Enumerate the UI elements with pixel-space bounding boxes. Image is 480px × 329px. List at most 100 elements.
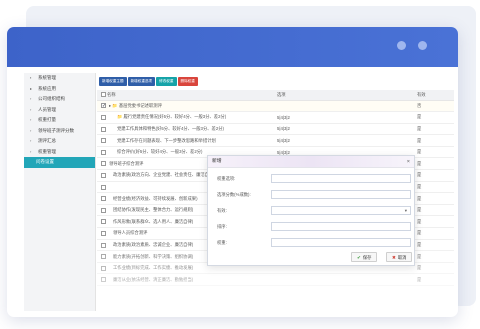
row-checkbox[interactable] bbox=[101, 254, 106, 260]
row-valid: 是 bbox=[417, 146, 454, 159]
row-valid: 是 bbox=[417, 111, 454, 124]
row-checkbox-cell bbox=[97, 181, 107, 194]
row-valid: 是 bbox=[417, 239, 454, 252]
row-checkbox-cell bbox=[97, 227, 107, 240]
add-weight-topic-button[interactable]: 新增权重主题 bbox=[99, 77, 127, 86]
row-checkbox[interactable] bbox=[101, 265, 106, 271]
row-valid: 是 bbox=[417, 215, 454, 229]
row-checkbox[interactable] bbox=[101, 242, 106, 248]
header-name: 名称 bbox=[107, 90, 277, 101]
save-button[interactable]: ✔ 保存 bbox=[351, 252, 378, 262]
row-checkbox-cell bbox=[97, 262, 107, 275]
row-checkbox-cell bbox=[97, 250, 107, 263]
cancel-icon: ✖ bbox=[392, 255, 396, 260]
sidebar-item[interactable]: ▪ 系统管理 bbox=[24, 73, 95, 84]
row-valid: 是 bbox=[417, 192, 454, 205]
add-weight-option-button[interactable]: 新增权重选项 bbox=[127, 77, 156, 86]
folder-icon: ▸ bbox=[30, 85, 33, 91]
sort-input[interactable] bbox=[271, 222, 411, 231]
chevron-icon: › bbox=[30, 96, 32, 101]
row-name: 党建工作具体和特色(好5分、较好4分、一般3分、差2分) bbox=[107, 123, 277, 136]
table-row[interactable]: ▸ 📁 基层党委书记述职测评 否 bbox=[97, 100, 454, 113]
row-valid: 是 bbox=[417, 157, 454, 171]
row-checkbox[interactable] bbox=[101, 184, 106, 190]
row-checkbox-cell bbox=[97, 146, 107, 159]
window-dot-icon[interactable] bbox=[397, 41, 406, 50]
header-valid: 有效 bbox=[417, 90, 454, 101]
row-checkbox-cell bbox=[97, 157, 107, 171]
row-valid: 是 bbox=[417, 227, 454, 240]
weight-input[interactable] bbox=[271, 238, 411, 247]
cancel-button[interactable]: ✖ 取消 bbox=[386, 252, 413, 262]
row-checkbox-cell bbox=[97, 111, 107, 124]
row-checkbox[interactable] bbox=[101, 138, 106, 144]
row-checkbox-cell bbox=[97, 192, 107, 205]
row-checkbox[interactable] bbox=[101, 161, 106, 167]
row-valid: 是 bbox=[417, 134, 454, 147]
row-name: 廉洁从业(依法经营、清正廉洁、勤勉担当) bbox=[107, 273, 277, 286]
row-checkbox[interactable] bbox=[101, 126, 106, 132]
window-titlebar bbox=[7, 27, 458, 67]
dialog-title: 新增 bbox=[212, 159, 222, 164]
option-score-input[interactable] bbox=[271, 190, 411, 199]
row-checkbox[interactable] bbox=[101, 115, 106, 121]
row-checkbox[interactable] bbox=[101, 149, 106, 155]
row-checkbox[interactable] bbox=[101, 103, 106, 109]
valid-label: 有效: bbox=[217, 208, 227, 213]
table-header-row: 名称 选项 有效 bbox=[97, 90, 454, 101]
row-checkbox[interactable] bbox=[101, 231, 106, 236]
weight-label: 权重: bbox=[217, 240, 227, 245]
row-checkbox[interactable] bbox=[101, 219, 106, 225]
sidebar-item-label: 问卷设置 bbox=[36, 159, 54, 164]
sidebar-item[interactable]: › 权重管理 bbox=[24, 147, 95, 158]
sidebar-item-label: 人员管理 bbox=[38, 106, 56, 112]
row-checkbox[interactable] bbox=[101, 196, 106, 202]
sidebar-item[interactable]: › 测评汇总 bbox=[24, 136, 95, 147]
table-row[interactable]: 党建工作存在问题表现、下一步整改思路和举措计划 5|4|3|2 是 bbox=[97, 134, 454, 147]
row-valid: 否 bbox=[417, 100, 454, 113]
sidebar-item-label: 测评汇总 bbox=[38, 138, 56, 143]
table-row[interactable]: 党建工作具体和特色(好5分、较好4分、一般3分、差2分) 5|4|3|2 是 bbox=[97, 123, 454, 136]
option-score-label: 选项分数(%或数): bbox=[217, 192, 251, 197]
close-icon[interactable]: × bbox=[407, 156, 410, 168]
cancel-label: 取消 bbox=[397, 255, 407, 260]
sidebar-item[interactable]: ▸ 系统应用 bbox=[24, 84, 95, 95]
select-all-checkbox[interactable] bbox=[101, 92, 106, 98]
weight-option-input[interactable] bbox=[271, 174, 411, 183]
table-row[interactable]: 廉洁从业(依法经营、清正廉洁、勤勉担当) 是 bbox=[97, 273, 454, 286]
row-options: 5|4|3|2 bbox=[277, 134, 417, 147]
row-valid: 是 bbox=[417, 262, 454, 275]
bullet-icon: ▪ bbox=[30, 75, 32, 80]
sidebar: ▪ 系统管理 ▸ 系统应用 › 公司组织结构 › 人员管理 › 权重打量 › 领导班子测评分数 › 测评汇… bbox=[24, 73, 96, 311]
valid-select[interactable] bbox=[271, 206, 411, 215]
window-dot-icon[interactable] bbox=[418, 41, 427, 50]
row-checkbox-cell bbox=[97, 134, 107, 147]
row-checkbox-cell bbox=[97, 123, 107, 136]
table-row[interactable]: 📁 履行党建责任情况(好5分、较好4分、一般3分、差2分) 5|4|3|2 是 bbox=[97, 111, 454, 124]
header-checkbox bbox=[97, 90, 107, 101]
row-checkbox-cell bbox=[97, 100, 107, 113]
chevron-icon: › bbox=[30, 117, 32, 122]
add-dialog: 新增 × 权重选项: 选项分数(%或数): 有效: 排序: 权重: ✔保存 ✖取… bbox=[207, 155, 415, 266]
sidebar-item-label: 系统应用 bbox=[38, 85, 56, 91]
row-checkbox[interactable] bbox=[101, 207, 106, 213]
row-checkbox[interactable] bbox=[101, 277, 106, 283]
row-checkbox-cell bbox=[97, 215, 107, 229]
row-valid: 是 bbox=[417, 123, 454, 136]
row-valid: 是 bbox=[417, 204, 454, 217]
sidebar-item[interactable]: 问卷设置 bbox=[24, 157, 95, 168]
row-name: 📁 履行党建责任情况(好5分、较好4分、一般3分、差2分) bbox=[107, 111, 277, 124]
sidebar-item[interactable]: › 领导班子测评分数 bbox=[24, 126, 95, 137]
sidebar-item[interactable]: › 权重打量 bbox=[24, 115, 95, 126]
edit-weight-button[interactable]: 修改权重 bbox=[156, 77, 177, 86]
sidebar-item[interactable]: › 公司组织结构 bbox=[24, 94, 95, 105]
chevron-icon: › bbox=[30, 138, 32, 143]
row-checkbox[interactable] bbox=[101, 173, 106, 179]
sidebar-item-label: 公司组织结构 bbox=[38, 96, 65, 101]
sidebar-item-label: 系统管理 bbox=[38, 75, 56, 80]
row-options bbox=[277, 100, 417, 113]
sidebar-item[interactable]: › 人员管理 bbox=[24, 105, 95, 116]
delete-weight-button[interactable]: 删除权重 bbox=[177, 77, 198, 86]
chevron-icon: › bbox=[30, 148, 32, 154]
row-checkbox-cell bbox=[97, 273, 107, 286]
